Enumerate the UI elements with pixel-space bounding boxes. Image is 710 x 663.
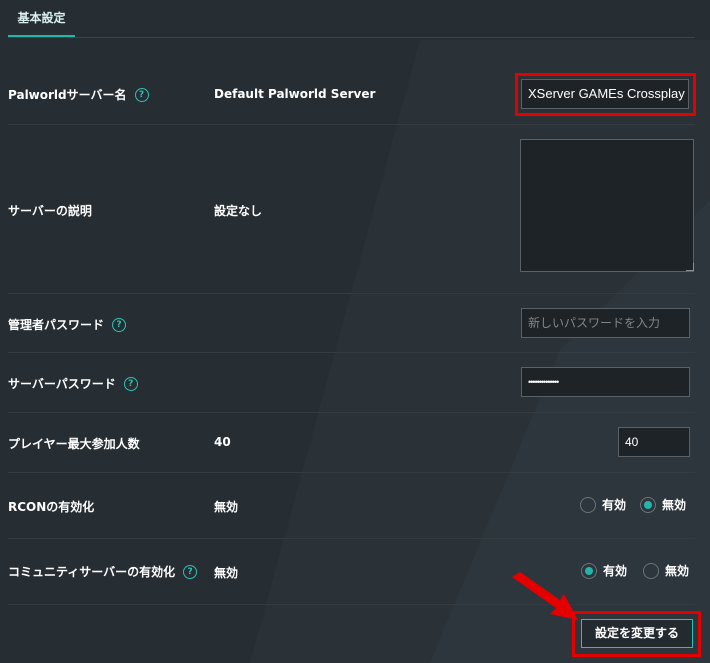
help-icon[interactable]: ? <box>123 376 138 391</box>
tab-bar: 基本設定 <box>8 0 695 38</box>
help-icon[interactable]: ? <box>134 87 149 102</box>
highlight-box-submit <box>572 611 701 657</box>
server-name-current-value: Default Palworld Server <box>214 87 376 101</box>
community-disable-label[interactable]: 無効 <box>665 562 689 579</box>
max-players-label: プレイヤー最大参加人数 <box>8 437 140 451</box>
help-icon[interactable]: ? <box>112 317 127 332</box>
admin-password-input[interactable]: 新しいパスワードを入力 <box>521 308 690 338</box>
server-description-textarea[interactable] <box>520 139 694 272</box>
red-arrow-icon <box>512 572 578 620</box>
admin-password-label: 管理者パスワード ? <box>8 316 127 333</box>
server-password-input[interactable]: •••••••••••••• <box>521 367 690 397</box>
server-description-label: サーバーの説明 <box>8 204 92 218</box>
row-max-players: プレイヤー最大参加人数 40 <box>8 413 695 473</box>
help-icon[interactable]: ? <box>183 564 198 579</box>
community-disable-radio[interactable] <box>643 562 660 579</box>
rcon-label: RCONの有効化 <box>8 500 95 514</box>
rcon-radio-group: 有効 無効 <box>580 496 686 513</box>
rcon-disable-radio[interactable] <box>640 496 657 513</box>
resize-grip-icon[interactable] <box>686 263 694 271</box>
rcon-disable-label[interactable]: 無効 <box>662 496 686 513</box>
community-enable-radio[interactable] <box>581 562 597 579</box>
rcon-enable-label[interactable]: 有効 <box>602 496 626 513</box>
server-name-label: Palworldサーバー名 ? <box>8 86 149 103</box>
community-enable-label[interactable]: 有効 <box>603 562 627 579</box>
community-server-label: コミュニティサーバーの有効化 ? <box>8 563 198 580</box>
max-players-current-value: 40 <box>214 435 231 449</box>
rcon-current-value: 無効 <box>214 500 239 514</box>
server-password-label: サーバーパスワード ? <box>8 375 138 392</box>
community-server-current-value: 無効 <box>214 566 239 580</box>
max-players-input[interactable]: 40 <box>618 427 690 457</box>
highlight-box-server-name <box>515 73 696 116</box>
rcon-enable-radio[interactable] <box>580 496 596 513</box>
server-description-current-value: 設定なし <box>214 204 263 218</box>
community-server-radio-group: 有効 無効 <box>581 562 689 579</box>
tab-basic-settings[interactable]: 基本設定 <box>8 0 75 37</box>
